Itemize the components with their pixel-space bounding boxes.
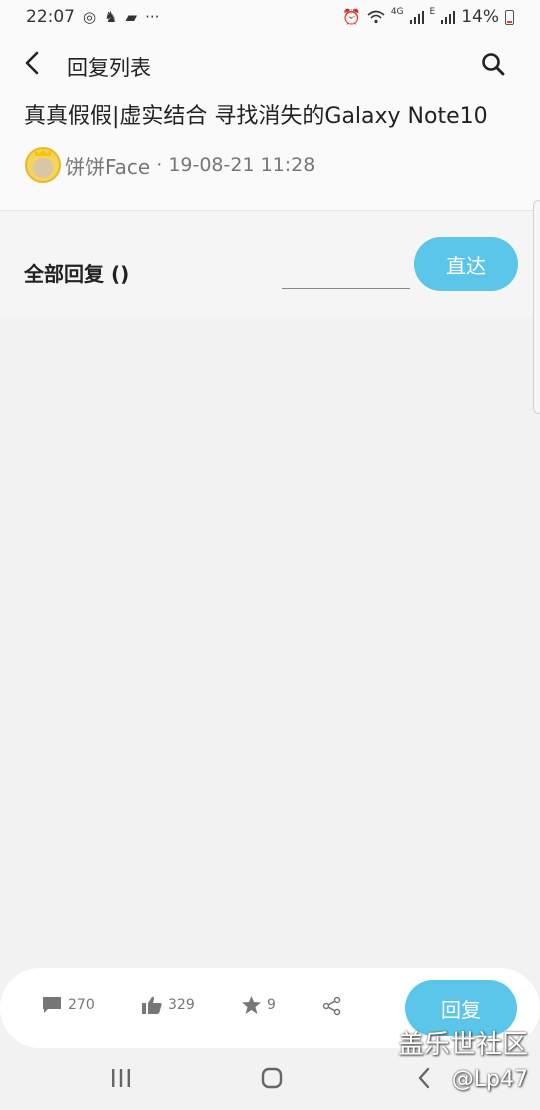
app-notification-icon: ♞ [104, 8, 118, 26]
thumbs-up-icon [142, 996, 162, 1014]
comment-icon [43, 997, 61, 1013]
network-type-label-2: E [429, 7, 436, 17]
author-name[interactable]: 饼饼Face [65, 151, 150, 180]
more-notifications-icon: ··· [145, 8, 160, 26]
signal-icon [409, 11, 424, 24]
post-header: 回复列表 真真假假|虚实结合 寻找消失的Galaxy Note10 饼饼Face… [0, 34, 540, 210]
favorite-button[interactable]: 9 [242, 996, 276, 1014]
battery-icon [505, 9, 514, 25]
page-number-input[interactable] [282, 249, 410, 289]
chevron-left-icon [25, 51, 39, 75]
share-button[interactable] [322, 996, 342, 1016]
comment-count: 270 [68, 997, 95, 1013]
home-icon[interactable] [261, 1067, 283, 1089]
jump-bar: 全部回复 () 直达 [0, 211, 540, 317]
all-replies-label: 全部回复 () [24, 262, 130, 286]
watermark-site: 盖乐世社区 [397, 1030, 528, 1060]
author-row: 饼饼Face · 19-08-21 11:28 [25, 144, 315, 186]
status-right: ⏰ 4G E 14% [342, 7, 514, 27]
wifi-icon [367, 10, 385, 24]
watermark: 盖乐世社区 @Lp47 [398, 1024, 528, 1092]
status-time: 22:07 [26, 7, 75, 27]
page-title: 回复列表 [67, 56, 151, 80]
like-button[interactable]: 329 [142, 996, 195, 1014]
avatar[interactable] [25, 147, 61, 183]
comment-count-button[interactable]: 270 [42, 996, 95, 1014]
favorite-count: 9 [267, 997, 276, 1013]
message-icon: ▰ [125, 8, 138, 26]
status-bar: 22:07 ◎ ♞ ▰ ··· ⏰ 4G E 14% [0, 0, 540, 34]
alarm-icon: ⏰ [342, 8, 361, 26]
network-type-label: 4G [390, 7, 404, 17]
status-left: 22:07 ◎ ♞ ▰ ··· [26, 7, 159, 27]
back-button[interactable] [18, 48, 48, 78]
search-icon [482, 53, 505, 76]
signal-icon-2 [441, 11, 456, 24]
battery-percent: 14% [461, 7, 499, 27]
watermark-user: @Lp47 [451, 1067, 528, 1092]
like-count: 329 [168, 997, 195, 1013]
star-icon [242, 996, 261, 1014]
post-time: · 19-08-21 11:28 [156, 154, 316, 176]
notification-icon: ◎ [83, 8, 97, 26]
goto-button[interactable]: 直达 [414, 237, 518, 291]
post-title: 真真假假|虚实结合 寻找消失的Galaxy Note10 [24, 104, 488, 129]
search-button[interactable] [480, 51, 506, 77]
avatar-face [33, 158, 53, 178]
share-icon [322, 996, 341, 1016]
crown-icon [35, 150, 51, 156]
edge-panel-handle[interactable] [533, 200, 540, 414]
recent-apps-icon[interactable] [110, 1068, 132, 1088]
